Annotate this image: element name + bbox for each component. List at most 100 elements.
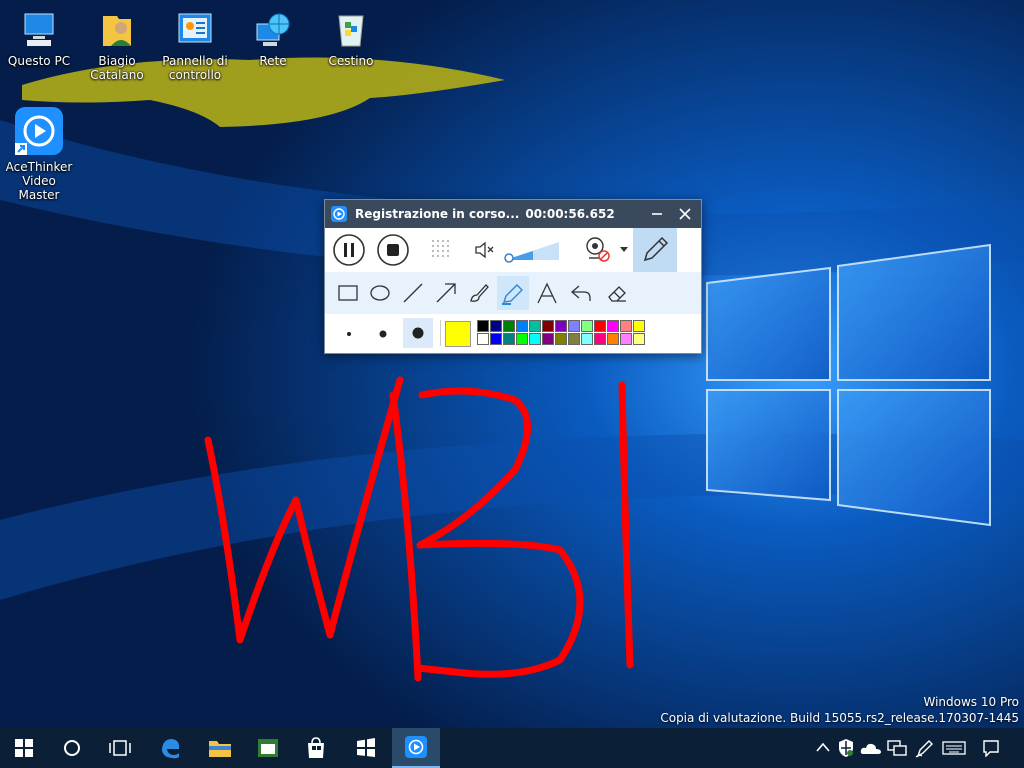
brush-size-small[interactable] (341, 326, 357, 342)
color-swatch[interactable] (490, 320, 502, 332)
start-icon (15, 739, 33, 757)
pause-button[interactable] (332, 233, 366, 267)
store-icon (308, 737, 324, 758)
color-swatch[interactable] (555, 333, 567, 345)
app-icon-2 (357, 738, 375, 757)
line-tool-icon[interactable] (402, 282, 424, 304)
rectangle-tool-icon[interactable] (337, 283, 359, 303)
color-swatch[interactable] (516, 333, 528, 345)
control-panel-icon (178, 13, 212, 43)
acethinker-logo-icon (331, 206, 347, 222)
close-button[interactable] (675, 204, 695, 224)
start-button[interactable] (0, 728, 48, 768)
minimize-button[interactable] (647, 204, 667, 224)
color-swatch[interactable] (633, 333, 645, 345)
speaker-muted-icon[interactable] (473, 240, 497, 260)
desktop-icon-rete[interactable]: Rete (234, 10, 312, 68)
undo-icon[interactable] (569, 282, 593, 304)
color-swatch[interactable] (542, 333, 554, 345)
desktop-icon-pannello[interactable]: Pannello di controllo (156, 10, 234, 82)
grid-dots-icon[interactable] (430, 238, 454, 262)
store-button[interactable] (292, 728, 340, 768)
color-swatch[interactable] (490, 333, 502, 345)
color-swatch[interactable] (607, 333, 619, 345)
action-center-icon[interactable] (982, 739, 1000, 757)
color-swatch[interactable] (503, 333, 515, 345)
desktop-wallpaper (0, 0, 1024, 768)
windows-edition: Windows 10 Pro (923, 695, 1019, 709)
pen-workspace-icon[interactable] (914, 738, 934, 758)
acethinker-taskbar-button[interactable] (392, 728, 440, 768)
separator (440, 320, 441, 346)
acethinker-icon (15, 107, 63, 155)
desktop-icon-label: Biagio Catalano (90, 54, 144, 82)
windows-watermark: Windows 10 Pro Copia di valutazione. Bui… (660, 694, 1019, 726)
color-swatch[interactable] (477, 333, 489, 345)
color-swatch[interactable] (607, 320, 619, 332)
color-palette (477, 320, 657, 348)
show-hidden-icons-chevron[interactable] (816, 742, 830, 752)
desktop-icon-label: Questo PC (7, 54, 71, 68)
color-swatch[interactable] (503, 320, 515, 332)
recycle-bin-icon (338, 15, 364, 47)
cortana-button[interactable] (48, 728, 96, 768)
desktop-icon-acethinker[interactable]: AceThinker Video Master (0, 106, 78, 202)
color-swatch[interactable] (555, 320, 567, 332)
color-and-size-row (325, 314, 701, 353)
keyboard-icon[interactable] (942, 741, 966, 755)
color-swatch[interactable] (633, 320, 645, 332)
network-icon (256, 13, 290, 46)
app-icon (258, 739, 278, 757)
pencil-icon (643, 236, 669, 262)
stop-button[interactable] (376, 233, 410, 267)
color-swatch[interactable] (568, 333, 580, 345)
recording-status: Registrazione in corso... (355, 207, 520, 221)
network-tray-icon[interactable] (887, 739, 907, 757)
task-view-icon (109, 740, 131, 756)
color-swatch[interactable] (620, 333, 632, 345)
chevron-down-icon[interactable] (620, 247, 628, 253)
draw-pencil-button[interactable] (633, 228, 677, 272)
color-swatch[interactable] (594, 333, 606, 345)
color-swatch[interactable] (581, 333, 593, 345)
highlighter-tool-button[interactable] (497, 276, 529, 310)
color-swatch[interactable] (529, 320, 541, 332)
highlighter-icon (502, 284, 523, 305)
brush-size-large[interactable] (403, 318, 433, 348)
color-swatch[interactable] (542, 320, 554, 332)
task-view-button[interactable] (96, 728, 144, 768)
brush-tool-icon[interactable] (468, 282, 490, 304)
desktop-icon-cestino[interactable]: Cestino (312, 10, 390, 68)
user-folder-icon (103, 16, 131, 46)
color-swatch[interactable] (477, 320, 489, 332)
webcam-off-icon[interactable] (583, 236, 613, 264)
color-swatch[interactable] (568, 320, 580, 332)
selected-color-swatch[interactable] (445, 321, 471, 347)
close-icon (679, 208, 691, 220)
onedrive-icon[interactable] (860, 740, 882, 756)
color-swatch[interactable] (516, 320, 528, 332)
color-swatch[interactable] (594, 320, 606, 332)
edge-button[interactable] (146, 728, 194, 768)
arrow-tool-icon[interactable] (435, 282, 457, 304)
desktop-icon-user-folder[interactable]: Biagio Catalano (78, 10, 156, 82)
app-button[interactable] (244, 728, 292, 768)
file-explorer-button[interactable] (196, 728, 244, 768)
recorder-title-bar[interactable]: Registrazione in corso... 00:00:56.652 (325, 200, 701, 228)
volume-slider[interactable] (503, 238, 561, 264)
recording-toolbar-window[interactable]: Registrazione in corso... 00:00:56.652 (324, 199, 702, 354)
ellipse-tool-icon[interactable] (369, 283, 391, 303)
color-swatch[interactable] (529, 333, 541, 345)
text-tool-icon[interactable] (535, 281, 559, 305)
eraser-icon[interactable] (605, 282, 629, 304)
brush-size-medium[interactable] (375, 326, 391, 342)
desktop-icon-questo-pc[interactable]: Questo PC (0, 10, 78, 68)
defender-shield-icon[interactable] (838, 738, 854, 758)
acethinker-taskbar-icon (405, 736, 427, 758)
edge-icon (162, 739, 180, 759)
color-swatch[interactable] (581, 320, 593, 332)
search-icon (64, 740, 80, 756)
drawing-tools-row (325, 272, 701, 314)
app-button-2[interactable] (342, 728, 390, 768)
color-swatch[interactable] (620, 320, 632, 332)
